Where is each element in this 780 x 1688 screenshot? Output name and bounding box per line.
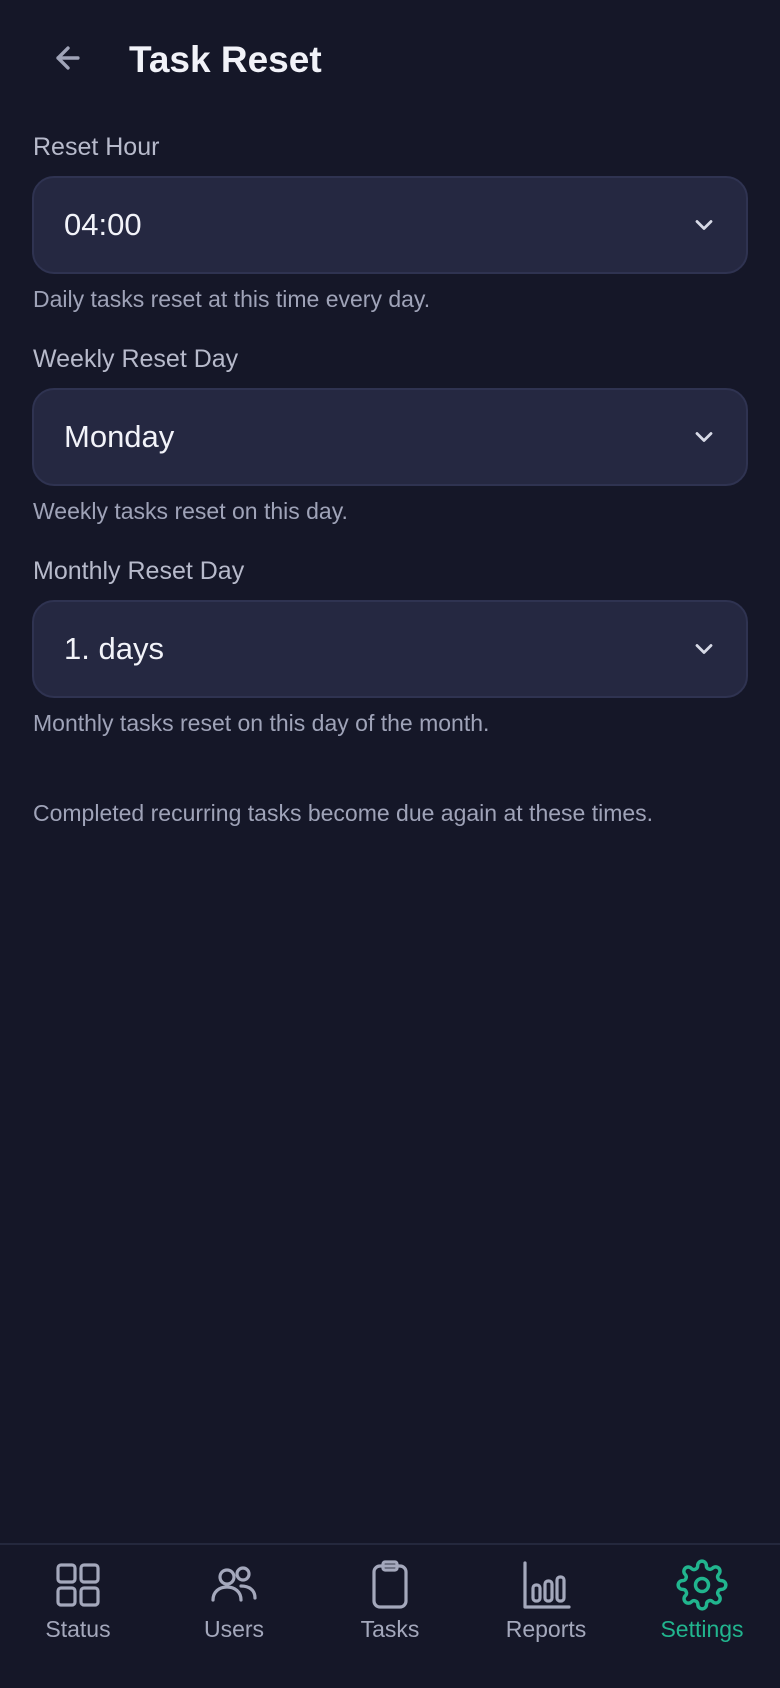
nav-label-tasks: Tasks <box>360 1616 420 1642</box>
nav-label-settings: Settings <box>660 1616 744 1642</box>
nav-label-status: Status <box>45 1616 111 1642</box>
weekly-reset-day-select[interactable]: Monday <box>32 388 748 486</box>
chevron-down-icon <box>695 644 713 654</box>
header: Task Reset <box>0 0 780 120</box>
weekly-reset-day-label: Weekly Reset Day <box>33 345 239 373</box>
nav-item-tasks[interactable]: Tasks <box>312 1545 468 1686</box>
nav-item-settings[interactable]: Settings <box>624 1545 780 1686</box>
nav-label-reports: Reports <box>505 1616 587 1642</box>
footer-note: Completed recurring tasks become due aga… <box>33 800 654 826</box>
users-icon <box>211 1566 257 1602</box>
weekly-reset-day-value: Monday <box>64 419 175 454</box>
gear-icon <box>676 1559 728 1611</box>
page-title: Task Reset <box>129 39 322 80</box>
reset-hour-select[interactable]: 04:00 <box>32 176 748 274</box>
chevron-down-icon <box>695 220 713 230</box>
bottom-nav: Status Users Tasks Reports Settings <box>0 1543 780 1688</box>
arrow-left-icon <box>56 46 80 70</box>
monthly-reset-day-help: Monthly tasks reset on this day of the m… <box>33 710 490 736</box>
weekly-reset-day-help: Weekly tasks reset on this day. <box>33 498 348 524</box>
nav-label-users: Users <box>203 1616 265 1642</box>
reset-hour-value: 04:00 <box>64 207 142 242</box>
chevron-down-icon <box>695 432 713 442</box>
nav-item-reports[interactable]: Reports <box>468 1545 624 1686</box>
grid-icon <box>56 1563 100 1607</box>
nav-item-users[interactable]: Users <box>156 1545 312 1686</box>
reset-hour-label: Reset Hour <box>33 133 160 161</box>
monthly-reset-day-value: 1. days <box>64 631 164 666</box>
monthly-reset-day-select[interactable]: 1. days <box>32 600 748 698</box>
bar-chart-icon <box>523 1561 571 1609</box>
reset-hour-help: Daily tasks reset at this time every day… <box>33 286 431 312</box>
back-button[interactable] <box>46 36 90 80</box>
clipboard-icon <box>372 1560 408 1609</box>
monthly-reset-day-label: Monthly Reset Day <box>33 557 245 585</box>
nav-item-status[interactable]: Status <box>0 1545 156 1686</box>
